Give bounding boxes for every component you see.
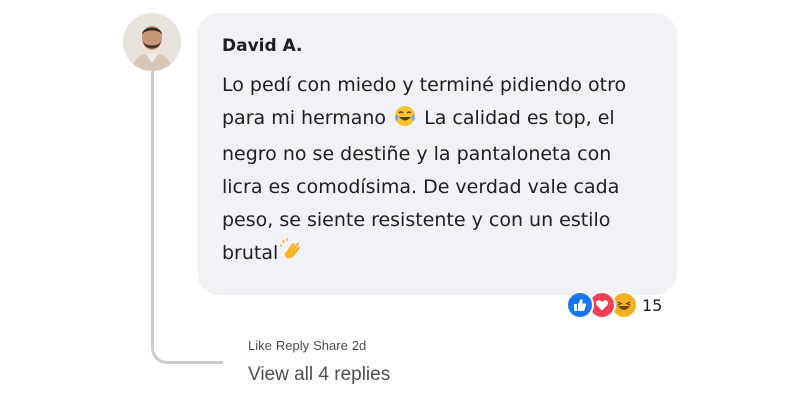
comment-line-5: peso, se siente resistente y con un esti… bbox=[222, 209, 611, 231]
comment-line-2b: La calidad es top, el bbox=[418, 107, 615, 129]
comment-line-1: Lo pedí con miedo y terminé pidiendo otr… bbox=[222, 74, 627, 96]
comment-author[interactable]: David A. bbox=[222, 36, 303, 56]
comment-line-3: negro no se destiñe y la pantaloneta con bbox=[222, 143, 612, 165]
comment-line-2: para mi hermano bbox=[222, 107, 387, 129]
avatar[interactable] bbox=[123, 13, 181, 71]
comment-text: Lo pedí con miedo y terminé pidiendo otr… bbox=[222, 69, 642, 273]
like-action-link[interactable]: Like bbox=[248, 338, 272, 353]
reactions-summary[interactable]: 15 bbox=[566, 290, 662, 320]
share-action-link[interactable]: Share bbox=[313, 338, 348, 353]
comment-line-4: licra es comodísima. De verdad vale cada bbox=[222, 176, 620, 198]
laughing-tears-emoji-icon bbox=[394, 105, 416, 138]
comment-timestamp[interactable]: 2d bbox=[352, 338, 366, 353]
view-all-replies-link[interactable]: View all 4 replies bbox=[248, 364, 390, 386]
comment-line-6: brutal bbox=[222, 242, 279, 264]
reply-action-link[interactable]: Reply bbox=[276, 338, 309, 353]
like-icon bbox=[566, 291, 594, 319]
reaction-count: 15 bbox=[642, 295, 663, 315]
comment-actions: Like Reply Share 2d bbox=[248, 338, 366, 353]
user-avatar-photo-icon bbox=[123, 13, 181, 71]
clapping-hands-emoji-icon bbox=[280, 238, 304, 273]
